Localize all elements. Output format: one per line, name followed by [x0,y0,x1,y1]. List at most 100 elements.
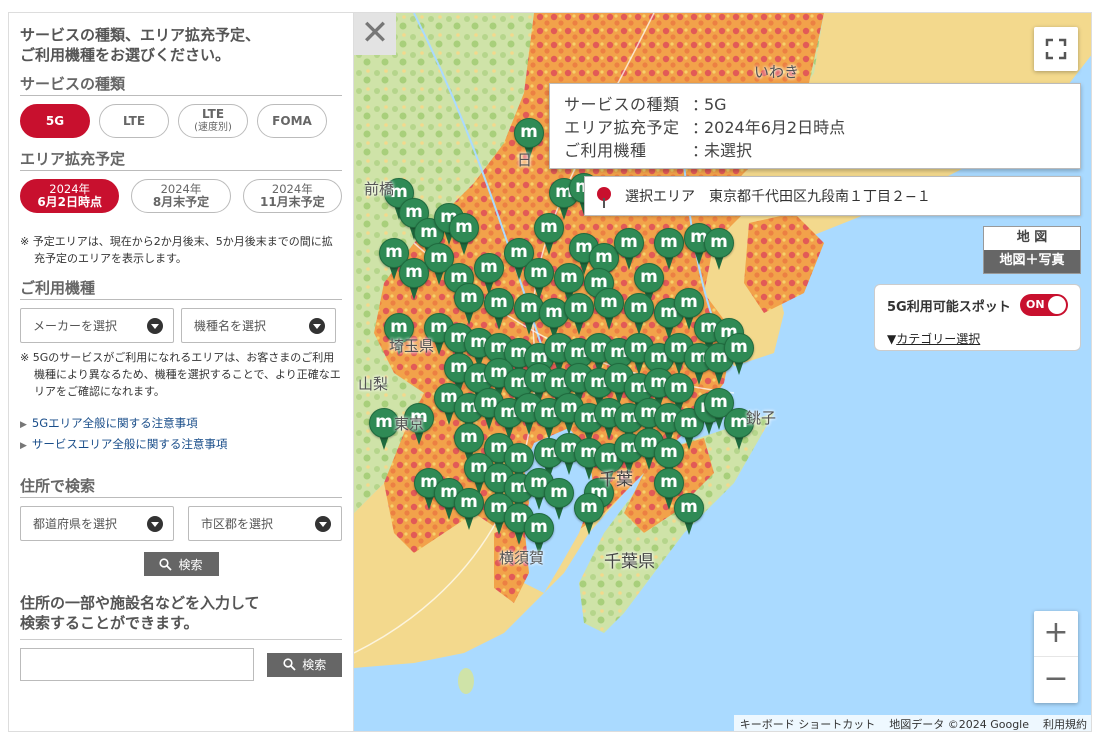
selected-area-address: 東京都千代田区九段南１丁目２−１ [709,189,931,205]
spot-pin[interactable]: m [454,488,484,530]
spot-pin[interactable]: m [724,333,754,375]
info-colon: ： [692,95,709,114]
service-5g-button[interactable]: 5G [20,104,90,138]
free-search-button[interactable]: 検索 [267,652,342,677]
address-search-row: 検索 [20,552,342,576]
prefecture-select[interactable]: 都道府県を選択 [20,506,174,541]
service-lte-speed-button[interactable]: LTE (速度別) [178,104,248,138]
map-type-map-button[interactable]: 地 図 [984,227,1080,250]
intro-line: サービスの種類、エリア拡充予定、 [20,26,261,44]
info-value-plan: 2024年6月2日時点 [704,118,846,137]
map-type-satellite-button[interactable]: 地図＋写真 [984,250,1080,273]
device-selects: メーカーを選択 機種名を選択 [20,308,342,343]
spot-toggle[interactable]: ON [1020,294,1068,316]
info-value-service: 5G [704,95,727,114]
spot-pin-label: m [674,493,704,523]
spot-panel: 5G利用可能スポット ON ▼カテゴリー選択 [874,284,1081,351]
place-label: 日 [517,151,533,169]
keyboard-shortcuts-link[interactable]: キーボード ショートカット [740,716,876,731]
area-plan-nov-button[interactable]: 2024年 11月末予定 [242,179,342,213]
spot-pin-label: m [564,293,594,323]
area-plan-aug-button[interactable]: 2024年 8月末予定 [131,179,231,213]
triangle-right-icon: ▶ [20,441,27,451]
place-label: 千葉県 [604,552,655,572]
selected-area-bar: 選択エリア 東京都千代田区九段南１丁目２−１ [584,176,1081,216]
city-select-label: 市区郡を選択 [201,517,274,531]
category-select-link[interactable]: カテゴリー選択 [896,332,980,346]
notice-link-5g[interactable]: ▶ 5Gエリア全般に関する注意事項 [20,414,342,435]
terms-link[interactable]: 利用規約 [1043,716,1087,731]
chevron-down-icon [315,515,331,532]
fullscreen-button[interactable] [1034,27,1078,71]
spot-pin[interactable]: m [454,283,484,325]
place-label: 埼玉県 [389,337,435,355]
spot-pin-label: m [724,333,754,363]
maker-select[interactable]: メーカーを選択 [20,308,174,343]
divider [20,639,342,640]
zoom-control: + − [1034,611,1078,703]
spot-pin-label: m [544,478,574,508]
search-button-label: 検索 [302,658,327,672]
spot-pin-label: m [399,258,429,288]
area-plan-date: 8月末予定 [152,195,210,209]
spot-pin-label: m [654,438,684,468]
spot-pin[interactable]: m [534,213,564,255]
spot-pin-label: m [614,228,644,258]
service-label: FOMA [272,113,312,128]
spot-pin[interactable]: m [594,288,624,330]
search-icon [283,658,296,671]
zoom-in-button[interactable]: + [1034,611,1078,657]
service-sublabel: (速度別) [194,122,232,133]
spot-pin-label: m [704,228,734,258]
place-label: 銚子 [746,409,777,427]
service-lte-button[interactable]: LTE [99,104,169,138]
free-search-input[interactable] [20,648,255,681]
triangle-right-icon: ▶ [20,420,27,430]
spot-pin[interactable]: m [564,293,594,335]
search-panel: サービスの種類、エリア拡充予定、 ご利用機種をお選びください。 サービスの種類 … [9,13,354,731]
device-note: ※ 5Gのサービスがご利用になれるエリアは、お客さまのご利用機種により異なるため… [20,351,341,398]
device-section-title: ご利用機種 [20,277,342,300]
zoom-out-button[interactable]: − [1034,657,1078,703]
area-section-title: エリア拡充予定 [20,148,342,171]
info-value-device: 未選択 [704,141,753,160]
close-panel-button[interactable]: ✕ [354,13,396,55]
place-label: いわき [754,63,800,81]
spot-label: 5G利用可能スポット [887,299,1011,315]
spot-pin[interactable]: m [674,493,704,535]
city-select[interactable]: 市区郡を選択 [188,506,342,541]
search-button-label: 検索 [178,557,203,572]
spot-pin[interactable]: m [399,258,429,300]
spot-pin-label: m [474,253,504,283]
selection-info-box: サービスの種類 ： 5G エリア拡充予定 ： 2024年6月2日時点 ご利用機種… [549,83,1081,169]
chevron-down-icon [147,317,163,334]
notice-link-service[interactable]: ▶ サービスエリア全般に関する注意事項 [20,435,342,456]
map-pin-icon [597,187,611,208]
spot-pin-label: m [454,283,484,313]
spot-pin[interactable]: m [449,213,479,255]
spot-pin-label: m [594,288,624,318]
spot-pin-label: m [454,423,484,453]
free-search-line: 検索することができます。 [20,614,199,632]
model-select[interactable]: 機種名を選択 [181,308,336,343]
prefecture-select-label: 都道府県を選択 [33,517,118,531]
spot-pin[interactable]: m [574,493,604,535]
address-search-button[interactable]: 検索 [143,552,219,576]
spot-pin[interactable]: m [484,288,514,330]
place-label: 山梨 [358,375,389,393]
caret-down-icon: ▼ [887,332,897,346]
spot-pin-label: m [524,513,554,543]
area-plan-date: 6月2日時点 [37,195,103,209]
notice-links: ▶ 5Gエリア全般に関する注意事項 ▶ サービスエリア全般に関する注意事項 [20,414,342,456]
address-selects: 都道府県を選択 市区郡を選択 [20,506,342,541]
free-search-row: 検索 [20,648,342,681]
map-area[interactable]: mmmmmmmmmmmmmmmmmmmmmmmmmmmmmmmmmmmmmmmm… [354,13,1091,731]
service-foma-button[interactable]: FOMA [257,104,327,138]
area-plan-now-button[interactable]: 2024年 6月2日時点 [20,179,120,213]
spot-pin[interactable]: m [704,228,734,270]
chevron-down-icon [147,515,163,532]
service-label: LTE [201,107,225,121]
info-key-service: サービスの種類 [564,95,680,114]
spot-pin[interactable]: m [624,293,654,335]
notice-link-label: 5Gエリア全般に関する注意事項 [31,416,198,430]
